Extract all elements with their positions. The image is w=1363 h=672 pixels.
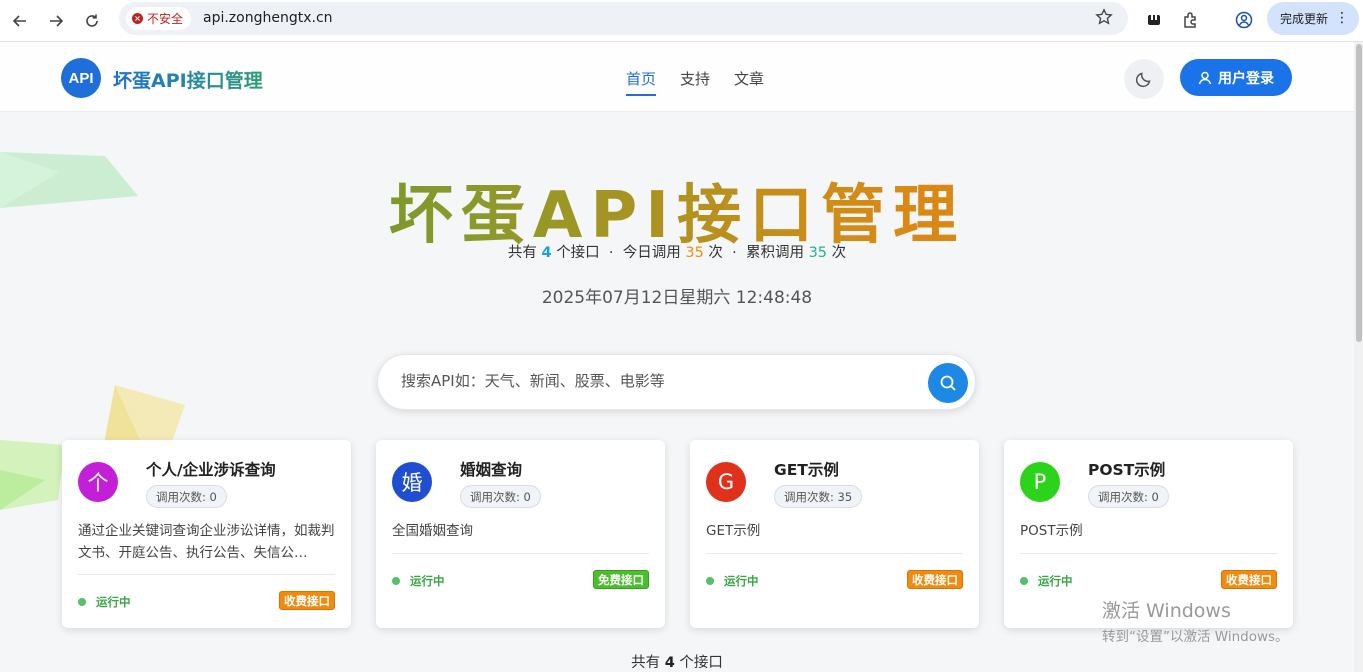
api-card[interactable]: 婚 婚姻查询 调用次数: 0 全国婚姻查询 运行中 免费接口 [376,440,665,628]
watermark-line1: 激活 Windows [1102,600,1231,622]
bookmark-star-icon[interactable] [1095,8,1115,28]
browser-toolbar: × 不安全 api.zonghengtx.cn 完成更新 ⋮ [0,0,1363,42]
datetime: 2025年07月12日星期六 12:48:48 [541,288,813,308]
status-dot-icon [78,598,86,606]
api-name[interactable]: POST示例 [1088,458,1165,480]
status-indicator: 运行中 [392,573,445,589]
api-card[interactable]: G GET示例 调用次数: 35 GET示例 运行中 收费接口 [690,440,979,628]
logo-icon[interactable]: API [61,58,101,98]
scrollbar-thumb[interactable] [1356,44,1362,342]
card-divider [392,553,649,554]
windows-activation-watermark: 激活 Windows 转到“设置”以激活 Windows。 [1102,596,1289,645]
stats-line: 共有 4 个接口 · 今日调用 35 次 · 累积调用 35 次 [507,245,847,261]
api-avatar: P [1020,462,1060,502]
search-button[interactable] [928,363,968,403]
status-dot-icon [392,577,400,585]
security-badge[interactable]: × 不安全 [126,7,192,30]
card-divider [78,574,335,575]
api-description: 通过企业关键词查询企业涉讼详情，如裁判文书、开庭公告、执行公告、失信公… [78,523,335,561]
total-suffix: 次 [831,245,847,261]
call-count-badge: 调用次数: 35 [774,485,863,508]
user-icon [1198,71,1212,84]
profile-icon[interactable] [1233,9,1255,31]
status-label: 运行中 [724,574,759,588]
api-count: 4 [541,245,552,261]
status-dot-icon [706,577,714,585]
nav-support[interactable]: 支持 [680,68,710,89]
pricing-tag: 收费接口 [907,570,963,589]
update-label: 完成更新 [1280,12,1329,26]
pricing-tag: 免费接口 [593,570,649,589]
call-count-badge: 调用次数: 0 [460,485,541,508]
card-divider [706,553,963,554]
warning-icon: × [132,13,143,24]
footer-prefix: 共有 [631,655,661,671]
page-scrollbar[interactable] [1354,42,1363,672]
nav-active-indicator [626,94,656,96]
back-icon[interactable] [8,9,32,33]
api-avatar: G [706,462,746,502]
api-name[interactable]: 个人/企业涉诉查询 [146,458,276,480]
reload-icon[interactable] [80,9,104,33]
url-text: api.zonghengtx.cn [203,10,333,26]
status-indicator: 运行中 [78,594,131,610]
api-name[interactable]: GET示例 [774,458,839,480]
total-api-count: 共有 4 个接口 [0,651,1354,672]
api-avatar: 个 [78,462,118,502]
menu-kebab-icon[interactable]: ⋮ [1335,11,1349,25]
api-avatar: 婚 [392,462,432,502]
nav-articles[interactable]: 文章 [734,68,764,89]
status-label: 运行中 [1038,574,1073,588]
status-dot-icon [1020,577,1028,585]
status-indicator: 运行中 [706,573,759,589]
call-count-badge: 调用次数: 0 [146,485,227,508]
total-count: 35 [808,245,828,261]
site-header: API 坏蛋API接口管理 首页 支持 文章 用户登录 [0,42,1354,112]
today-count: 35 [685,245,704,261]
api-description: POST示例 [1020,523,1083,539]
api-name[interactable]: 婚姻查询 [460,458,522,480]
pricing-tag: 收费接口 [279,591,335,610]
call-count-badge: 调用次数: 0 [1088,485,1169,508]
status-label: 运行中 [410,574,445,588]
search-icon [940,375,956,391]
extensions-icon[interactable] [1179,9,1201,31]
stats-prefix: 共有 [507,245,537,261]
api-description: GET示例 [706,523,761,539]
api-suffix: 个接口 [556,245,600,261]
api-card[interactable]: 个 个人/企业涉诉查询 调用次数: 0 通过企业关键词查询企业涉讼详情，如裁判文… [62,440,351,628]
status-label: 运行中 [96,595,131,609]
login-label: 用户登录 [1218,70,1274,87]
total-label: 累积调用 [745,245,804,261]
site-name[interactable]: 坏蛋API接口管理 [113,66,263,93]
card-divider [1020,553,1277,554]
login-button[interactable]: 用户登录 [1180,59,1292,96]
footer-suffix: 个接口 [679,655,723,671]
footer-count: 4 [664,655,675,671]
theme-toggle-button[interactable] [1124,59,1164,99]
search-box [377,354,976,410]
address-bar[interactable]: × 不安全 api.zonghengtx.cn [119,2,1128,35]
watermark-line2: 转到“设置”以激活 Windows。 [1102,629,1289,645]
moon-icon [1135,72,1151,88]
today-label: 今日调用 [622,245,681,261]
forward-icon[interactable] [44,9,68,33]
api-description: 全国婚姻查询 [392,523,473,539]
insecure-label: 不安全 [147,12,184,26]
today-suffix: 次 [708,245,723,261]
search-input[interactable] [401,372,921,390]
update-button[interactable]: 完成更新 ⋮ [1267,2,1359,35]
pricing-tag: 收费接口 [1221,570,1277,589]
status-indicator: 运行中 [1020,573,1073,589]
nav-home[interactable]: 首页 [626,68,656,89]
media-icon[interactable] [1143,9,1165,31]
